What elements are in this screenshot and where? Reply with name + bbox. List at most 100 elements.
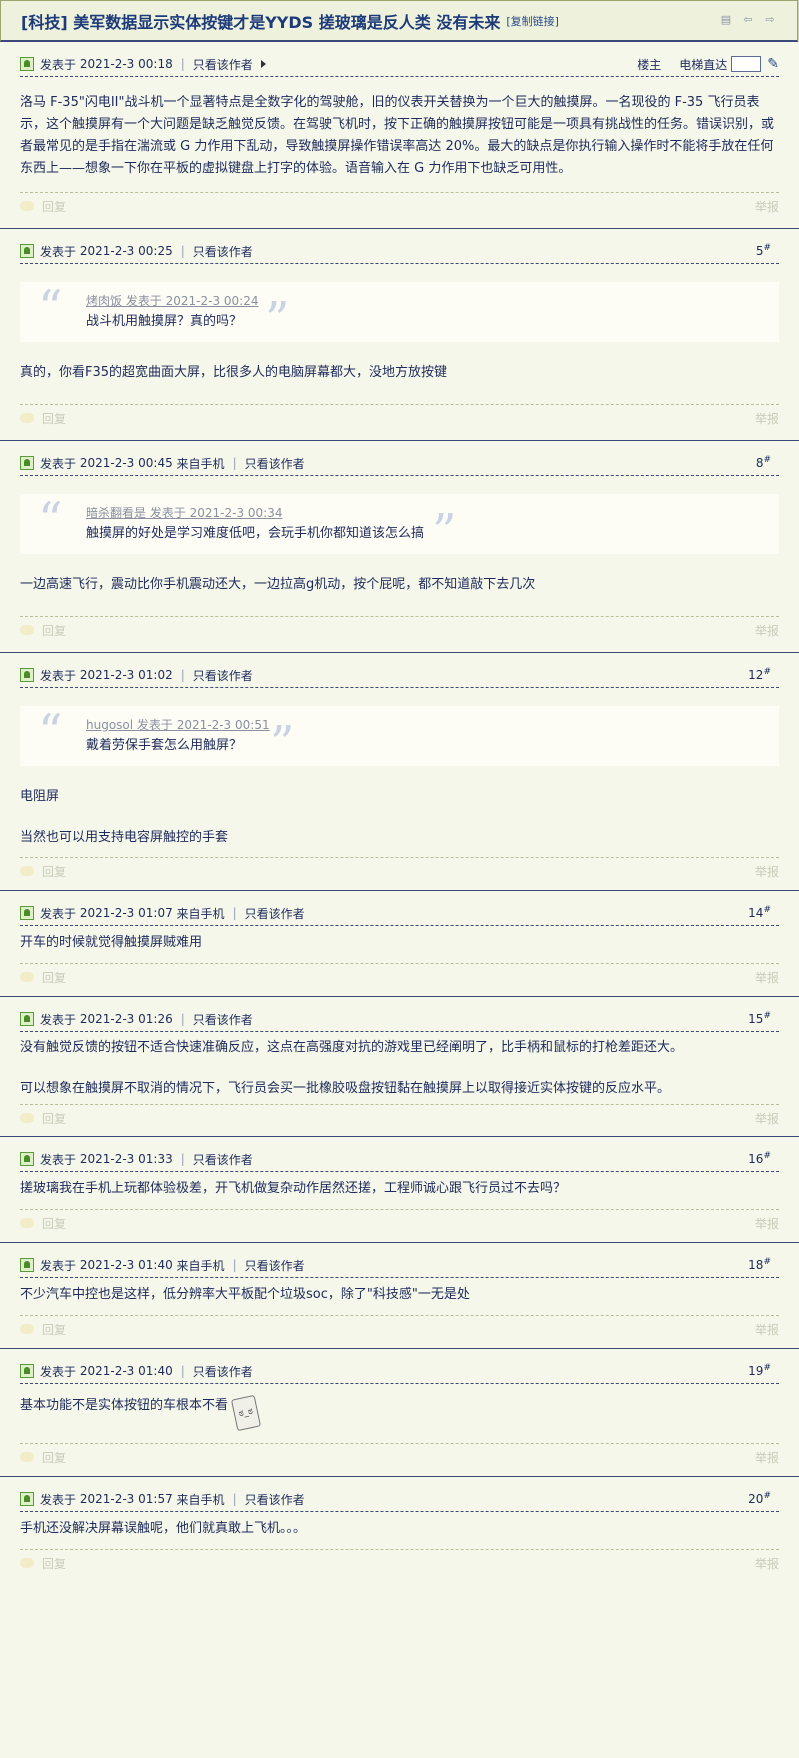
post-meta: 发表于 2021-2-3 01:40 | 只看该作者 19# <box>20 1359 779 1384</box>
post-paragraph: 手机还没解决屏幕误触呢，他们就真敢上飞机。。。 <box>20 1521 307 1536</box>
floor-number[interactable]: 19# <box>748 1363 771 1378</box>
post-content: 一边高速飞行，震动比你手机震动还大，一边拉高g机动，按个屁呢，都不知道敲下去几次 <box>20 574 779 596</box>
only-author-link[interactable]: 只看该作者 <box>193 1151 253 1168</box>
report-button[interactable]: 举报 <box>755 622 779 639</box>
post-text: 基本功能不是实体按钮的车根本不看 <box>20 1398 229 1413</box>
copy-link-button[interactable]: [复制链接] <box>506 13 559 29</box>
quote-text: 战斗机用触摸屏？真的吗？ <box>86 314 243 329</box>
post-actions: 回复 举报 <box>20 192 779 219</box>
post-paragraph: 没有触觉反馈的按钮不适合快速准确反应，这点在高强度对抗的游戏里已经阐明了，比手柄… <box>20 1040 684 1055</box>
reply-button[interactable]: 回复 <box>42 1110 66 1127</box>
post-time: 2021-2-3 01:26 <box>79 1012 173 1026</box>
reply-button[interactable]: 回复 <box>42 863 66 880</box>
report-button[interactable]: 举报 <box>755 410 779 427</box>
posted-prefix: 发表于 <box>40 456 77 471</box>
post-floor-18: 发表于 2021-2-3 01:40 来自手机 | 只看该作者 18# 不少汽车… <box>0 1243 799 1349</box>
report-button[interactable]: 举报 <box>755 969 779 986</box>
reply-icon[interactable] <box>20 625 34 635</box>
floor-number[interactable]: 15# <box>748 1011 771 1026</box>
quote-author[interactable]: hugosol 发表于 2021-2-3 00:51 <box>86 716 270 733</box>
quote-close-icon: ” <box>432 504 457 560</box>
only-author-link[interactable]: 只看该作者 <box>193 56 253 73</box>
reply-icon[interactable] <box>20 1324 34 1334</box>
report-button[interactable]: 举报 <box>755 1215 779 1232</box>
post-meta: 发表于 2021-2-3 01:40 来自手机 | 只看该作者 18# <box>20 1253 779 1278</box>
post-meta: 发表于 2021-2-3 01:57 来自手机 | 只看该作者 20# <box>20 1487 779 1512</box>
reply-icon[interactable] <box>20 413 34 423</box>
next-thread-icon[interactable]: ⇨ <box>763 14 777 26</box>
reply-button[interactable]: 回复 <box>42 410 66 427</box>
only-author-link[interactable]: 只看该作者 <box>193 1363 253 1380</box>
post-content: 搓玻璃我在手机上玩都体验极差，开飞机做复杂动作居然还搓，工程师诚心跟飞行员过不去… <box>20 1178 779 1200</box>
reply-button[interactable]: 回复 <box>42 198 66 215</box>
reply-icon[interactable] <box>20 1218 34 1228</box>
floor-number[interactable]: 16# <box>748 1151 771 1166</box>
print-icon[interactable]: ▤ <box>719 14 733 26</box>
reply-icon[interactable] <box>20 866 34 876</box>
post-content: 洛马 F-35"闪电II"战斗机一个显著特点是全数字化的驾驶舱，旧的仪表开关替换… <box>20 92 779 180</box>
quote-author[interactable]: 暗杀翻看是 发表于 2021-2-3 00:34 <box>86 504 283 521</box>
online-status-icon <box>20 456 34 470</box>
reply-button[interactable]: 回复 <box>42 1449 66 1466</box>
post-actions: 回复 举报 <box>20 1315 779 1342</box>
post-time: 2021-2-3 00:18 <box>79 57 173 71</box>
only-author-link[interactable]: 只看该作者 <box>245 455 305 472</box>
reply-icon[interactable] <box>20 972 34 982</box>
online-status-icon <box>20 1012 34 1026</box>
only-author-link[interactable]: 只看该作者 <box>245 1257 305 1274</box>
post-paragraph: 电阻屏 <box>20 789 60 804</box>
reply-icon[interactable] <box>20 1558 34 1568</box>
report-button[interactable]: 举报 <box>755 1110 779 1127</box>
floor-number[interactable]: 5# <box>756 243 771 258</box>
post-floor-15: 发表于 2021-2-3 01:26 | 只看该作者 15# 没有触觉反馈的按钮… <box>0 997 799 1137</box>
report-button[interactable]: 举报 <box>755 863 779 880</box>
reply-button[interactable]: 回复 <box>42 622 66 639</box>
report-button[interactable]: 举报 <box>755 1321 779 1338</box>
report-button[interactable]: 举报 <box>755 1449 779 1466</box>
reply-icon[interactable] <box>20 201 34 211</box>
post-content: 基本功能不是实体按钮的车根本不看 ಠ_ಠ <box>20 1394 779 1432</box>
floor-number[interactable]: 8# <box>756 455 771 470</box>
report-button[interactable]: 举报 <box>755 198 779 215</box>
post-meta: 发表于 2021-2-3 00:45 来自手机 | 只看该作者 8# <box>20 451 779 476</box>
floor-number[interactable]: 20# <box>748 1491 771 1506</box>
floor-number[interactable]: 18# <box>748 1257 771 1272</box>
only-author-link[interactable]: 只看该作者 <box>193 1011 253 1028</box>
reply-icon[interactable] <box>20 1113 34 1123</box>
prev-thread-icon[interactable]: ⇦ <box>741 14 755 26</box>
quote-open-icon: “ <box>38 704 63 760</box>
post-content: 不少汽车中控也是这样，低分辨率大平板配个垃圾soc，除了"科技感"一无是处 <box>20 1284 779 1306</box>
thread-title[interactable]: [科技] 美军数据显示实体按键才是YYDS 搓玻璃是反人类 没有未来 <box>21 9 500 33</box>
reply-button[interactable]: 回复 <box>42 1321 66 1338</box>
posted-prefix: 发表于 <box>40 1258 77 1273</box>
posted-prefix: 发表于 <box>40 906 77 921</box>
only-author-link[interactable]: 只看该作者 <box>245 905 305 922</box>
quote-author[interactable]: 烤肉饭 发表于 2021-2-3 00:24 <box>86 292 259 309</box>
reply-icon[interactable] <box>20 1452 34 1462</box>
thread-page: [科技] 美军数据显示实体按键才是YYDS 搓玻璃是反人类 没有未来 [复制链接… <box>0 0 799 1758</box>
post-actions: 回复 举报 <box>20 1209 779 1236</box>
floor-number[interactable]: 14# <box>748 905 771 920</box>
reply-button[interactable]: 回复 <box>42 1555 66 1572</box>
pen-icon[interactable]: ✎ <box>767 56 779 72</box>
reply-button[interactable]: 回复 <box>42 1215 66 1232</box>
only-author-link[interactable]: 只看该作者 <box>245 1491 305 1508</box>
post-time: 2021-2-3 01:02 <box>79 668 173 682</box>
post-actions: 回复 举报 <box>20 963 779 990</box>
header-tools: ▤ ⇦ ⇨ <box>719 14 777 26</box>
floor-number[interactable]: 12# <box>748 667 771 682</box>
only-author-link[interactable]: 只看该作者 <box>193 243 253 260</box>
from-mobile-label: 来自手机 <box>176 1258 225 1273</box>
post-paragraph: 开车的时候就觉得触摸屏贼难用 <box>20 935 203 950</box>
posted-prefix: 发表于 <box>40 1364 77 1379</box>
report-button[interactable]: 举报 <box>755 1555 779 1572</box>
triangle-right-icon[interactable] <box>260 60 266 68</box>
post-time: 2021-2-3 01:57 <box>79 1492 173 1506</box>
reply-button[interactable]: 回复 <box>42 969 66 986</box>
from-mobile-label: 来自手机 <box>176 1492 225 1507</box>
post-meta: 发表于 2021-2-3 01:07 来自手机 | 只看该作者 14# <box>20 901 779 926</box>
quote-open-icon: “ <box>38 492 63 548</box>
only-author-link[interactable]: 只看该作者 <box>193 667 253 684</box>
floor-jump-input[interactable] <box>731 56 762 72</box>
from-mobile-label: 来自手机 <box>176 906 225 921</box>
